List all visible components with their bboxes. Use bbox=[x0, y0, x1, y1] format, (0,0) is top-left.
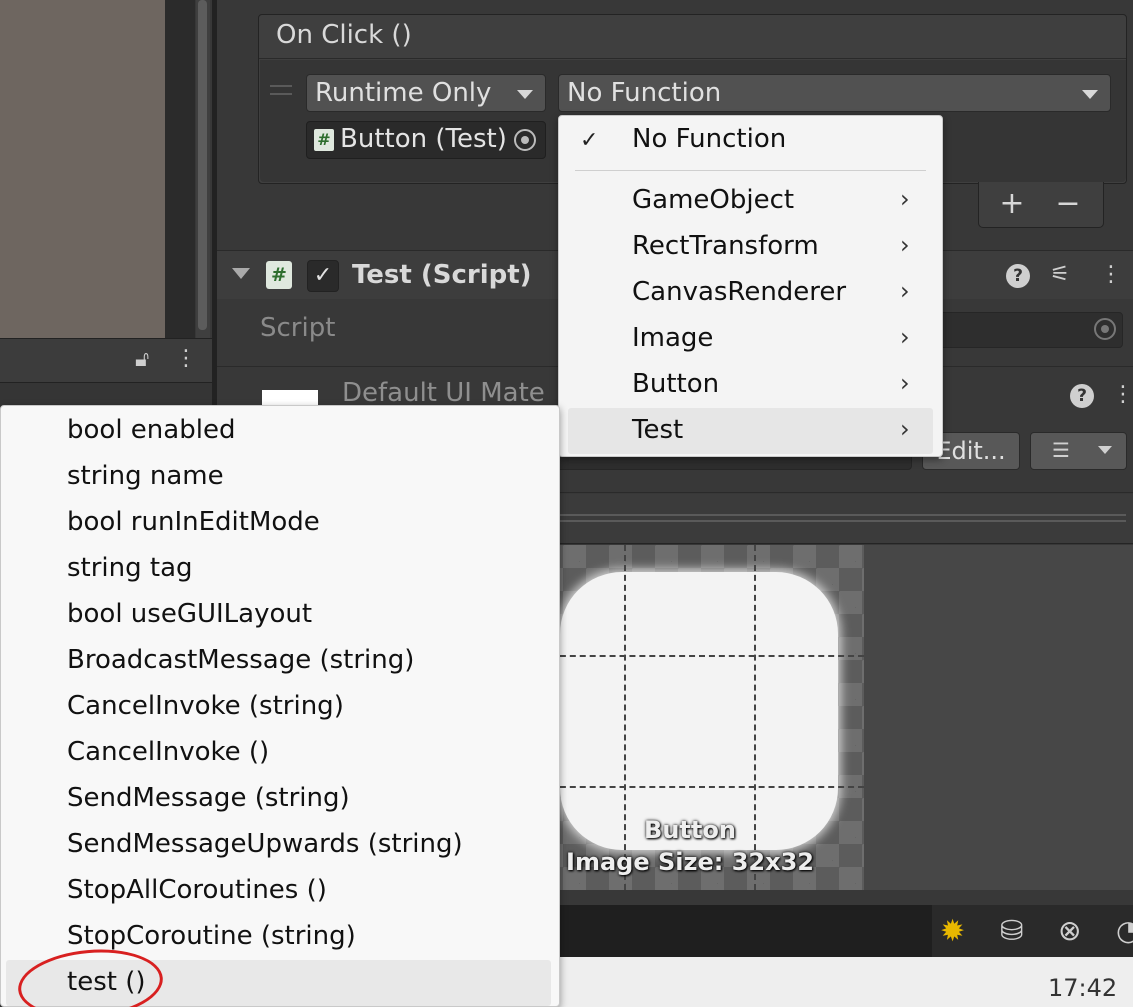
material-title: Default UI Mate bbox=[342, 378, 545, 408]
drag-handle-icon[interactable] bbox=[270, 85, 292, 95]
submenu-arrow-icon: › bbox=[900, 231, 910, 259]
menu-item-no-function[interactable]: No Function bbox=[632, 124, 786, 154]
check-icon: ✓ bbox=[580, 128, 599, 153]
object-picker-icon[interactable] bbox=[1094, 318, 1116, 340]
method-item-bool-enabled[interactable]: bool enabled bbox=[67, 415, 235, 445]
menu-item-highlight bbox=[568, 408, 933, 454]
preview-image-size: Image Size: 32x32 bbox=[566, 848, 814, 876]
function-dropdown[interactable]: No Function bbox=[558, 74, 1111, 112]
method-item-broadcast-message[interactable]: BroadcastMessage (string) bbox=[67, 645, 414, 675]
runtime-mode-label: Runtime Only bbox=[315, 78, 492, 108]
method-item-send-message-upwards[interactable]: SendMessageUpwards (string) bbox=[67, 829, 463, 859]
help-icon[interactable]: ? bbox=[1006, 264, 1030, 288]
divider bbox=[259, 58, 1126, 59]
slice-border-line bbox=[540, 786, 864, 788]
component-enabled-checkbox[interactable]: ✓ bbox=[307, 260, 339, 292]
kebab-menu-icon[interactable]: ⋮ bbox=[175, 346, 197, 371]
chevron-down-icon bbox=[1082, 90, 1098, 99]
preview-name: Button bbox=[644, 816, 736, 844]
taskbar-clock: 17:42 bbox=[1048, 974, 1118, 1002]
chevron-down-icon bbox=[1098, 446, 1112, 454]
menu-item-test[interactable]: Test bbox=[632, 415, 683, 445]
method-item-cancel-invoke[interactable]: CancelInvoke () bbox=[67, 737, 269, 767]
menu-item-canvasrenderer[interactable]: CanvasRenderer bbox=[632, 277, 846, 307]
method-item-cancel-invoke-string[interactable]: CancelInvoke (string) bbox=[67, 691, 344, 721]
script-field-label: Script bbox=[260, 313, 336, 343]
submenu-arrow-icon: › bbox=[900, 185, 910, 213]
shader-options-button[interactable] bbox=[1030, 432, 1127, 470]
status-more-icon[interactable]: ◔ bbox=[1116, 914, 1133, 947]
component-title: Test (Script) bbox=[352, 260, 532, 290]
os-taskbar bbox=[540, 957, 1133, 1007]
lock-icon[interactable]: 🔓︎ bbox=[135, 347, 149, 372]
menu-item-image[interactable]: Image bbox=[632, 323, 713, 353]
submenu-arrow-icon: › bbox=[900, 369, 910, 397]
menu-divider bbox=[575, 170, 926, 171]
kebab-menu-icon[interactable]: ⋮ bbox=[1112, 382, 1133, 407]
method-item-stop-all-coroutines[interactable]: StopAllCoroutines () bbox=[67, 875, 327, 905]
network-icon[interactable]: ⊗ bbox=[1058, 914, 1081, 947]
scene-side-strip bbox=[165, 0, 195, 338]
method-item-send-message[interactable]: SendMessage (string) bbox=[67, 783, 350, 813]
submenu-arrow-icon: › bbox=[900, 323, 910, 351]
submenu-arrow-icon: › bbox=[900, 415, 910, 443]
preview-resize-grip[interactable] bbox=[560, 514, 1126, 522]
method-item-stop-coroutine[interactable]: StopCoroutine (string) bbox=[67, 921, 356, 951]
panel-divider[interactable] bbox=[212, 0, 217, 420]
object-picker-icon[interactable] bbox=[514, 129, 536, 151]
preset-icon[interactable]: ⚟ bbox=[1050, 262, 1070, 287]
database-icon[interactable]: ⛁ bbox=[1000, 914, 1023, 947]
sprite-preview-image bbox=[560, 572, 838, 850]
target-object-label: Button (Test) bbox=[340, 124, 507, 154]
script-icon: # bbox=[266, 261, 292, 289]
menu-item-gameobject[interactable]: GameObject bbox=[632, 185, 794, 215]
scene-scrollbar-thumb[interactable] bbox=[198, 0, 207, 330]
script-icon: # bbox=[314, 129, 334, 151]
menu-item-recttransform[interactable]: RectTransform bbox=[632, 231, 819, 261]
foldout-arrow-icon[interactable] bbox=[232, 268, 250, 279]
method-item-use-gui-layout[interactable]: bool useGUILayout bbox=[67, 599, 312, 629]
method-item-string-tag[interactable]: string tag bbox=[67, 553, 193, 583]
remove-listener-button[interactable]: − bbox=[1050, 186, 1086, 222]
kebab-menu-icon[interactable]: ⋮ bbox=[1100, 262, 1122, 287]
method-item-run-in-edit-mode[interactable]: bool runInEditMode bbox=[67, 507, 320, 537]
bug-icon[interactable]: ✹ bbox=[940, 914, 965, 949]
scene-view[interactable] bbox=[0, 0, 165, 338]
on-click-title: On Click () bbox=[276, 20, 412, 50]
add-listener-button[interactable]: + bbox=[994, 186, 1030, 222]
submenu-arrow-icon: › bbox=[900, 277, 910, 305]
slice-border-line bbox=[540, 655, 864, 657]
method-item-string-name[interactable]: string name bbox=[67, 461, 224, 491]
runtime-mode-dropdown[interactable]: Runtime Only bbox=[306, 74, 546, 112]
chevron-down-icon bbox=[517, 90, 533, 99]
list-icon: ☰ bbox=[1052, 438, 1070, 462]
function-dropdown-label: No Function bbox=[567, 78, 722, 108]
menu-item-button[interactable]: Button bbox=[632, 369, 719, 399]
help-icon[interactable]: ? bbox=[1070, 384, 1094, 408]
